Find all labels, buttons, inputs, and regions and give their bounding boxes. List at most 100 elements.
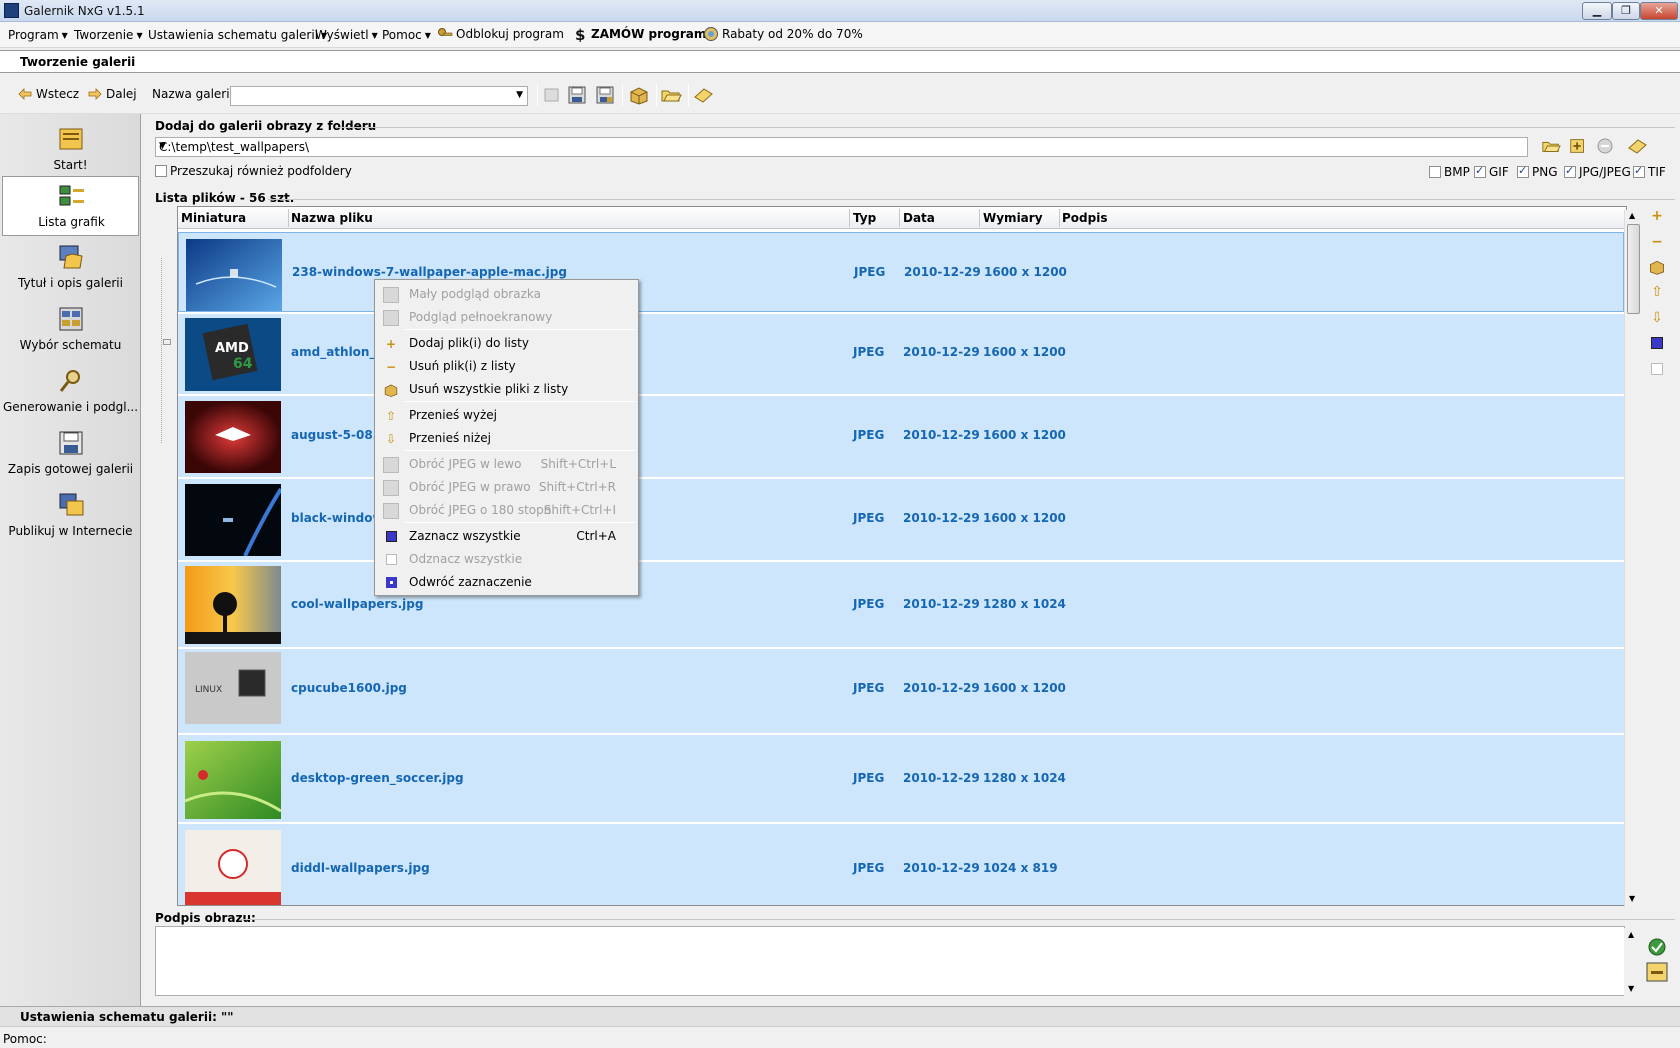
save-as-icon[interactable] — [594, 85, 616, 105]
column-header-podpis[interactable]: Podpis — [1062, 211, 1107, 225]
sidebar-item-label: Wybór schematu — [19, 338, 122, 352]
thumbnail-image — [185, 484, 281, 556]
menu-ustawienia[interactable]: Ustawienia schematu galerii ▼ — [148, 28, 327, 42]
column-header-nazwa[interactable]: Nazwa pliku — [291, 211, 373, 225]
table-row[interactable]: diddl-wallpapers.jpg JPEG 2010-12-29 102… — [178, 824, 1624, 905]
menu-program[interactable]: Program ▼ — [8, 28, 68, 42]
list-scrollbar[interactable]: ▲ ▼ — [1624, 210, 1641, 907]
scroll-up-icon[interactable]: ▲ — [1628, 930, 1634, 939]
sidebar-item-schemat[interactable]: Wybór schematu — [2, 300, 139, 360]
menu-item-deselect-all[interactable]: Odznacz wszystkie — [377, 548, 636, 571]
format-bmp-checkbox[interactable]: BMP — [1429, 165, 1470, 179]
scroll-down-icon[interactable]: ▼ — [1628, 984, 1634, 993]
column-separator[interactable] — [899, 209, 900, 227]
add-folder-icon[interactable] — [1568, 136, 1588, 156]
file-name: cool-wallpapers.jpg — [291, 597, 424, 611]
select-all-icon[interactable] — [1651, 337, 1663, 349]
deselect-all-icon[interactable] — [1651, 363, 1663, 375]
chevron-down-icon: ▼ — [61, 31, 68, 40]
package-icon[interactable] — [1648, 258, 1666, 276]
format-jpg-checkbox[interactable]: JPG/JPEG — [1564, 164, 1631, 179]
menu-item-move-down[interactable]: ⇩ Przenieś niżej — [377, 427, 636, 450]
save-icon[interactable] — [566, 85, 588, 105]
browse-folder-icon[interactable] — [1541, 136, 1561, 156]
sidebar-item-generowanie[interactable]: Generowanie i podgl... — [2, 362, 139, 422]
caption-scrollbar[interactable]: ▲ ▼ — [1624, 928, 1641, 996]
scheme-icon — [59, 307, 83, 331]
column-header-typ[interactable]: Typ — [853, 211, 876, 225]
sidebar-item-publikuj[interactable]: Publikuj w Internecie — [2, 486, 139, 546]
format-tif-checkbox[interactable]: TIF — [1633, 164, 1666, 179]
eraser-icon[interactable] — [692, 85, 714, 105]
menu-item-shortcut: Shift+Ctrl+L — [540, 457, 616, 471]
section-title: Tworzenie galerii — [20, 55, 136, 69]
file-name: cpucube1600.jpg — [291, 681, 407, 695]
column-header-miniatura[interactable]: Miniatura — [181, 211, 246, 225]
next-button[interactable]: Dalej — [88, 87, 137, 101]
add-icon[interactable]: + — [1648, 208, 1666, 224]
menu-item-remove-files[interactable]: − Usuń plik(i) z listy — [377, 355, 636, 378]
folder-path-combobox[interactable]: C:\temp\test_wallpapers\ ▼ — [155, 137, 1528, 157]
table-row[interactable]: LINUX cpucube1600.jpg JPEG 2010-12-29 16… — [178, 649, 1624, 734]
accept-icon[interactable] — [1648, 938, 1666, 956]
menu-item-add-files[interactable]: + Dodaj plik(i) do listy — [377, 332, 636, 355]
package-icon[interactable] — [628, 85, 650, 105]
image-list-icon — [59, 185, 84, 206]
arrow-down-icon[interactable]: ⇩ — [1648, 310, 1666, 326]
menu-pomoc-label: Pomoc — [382, 28, 422, 42]
menu-program-label: Program — [8, 28, 59, 42]
scrollbar-thumb[interactable] — [1627, 224, 1640, 314]
back-button[interactable]: Wstecz — [18, 87, 79, 101]
menu-item-fullscreen-preview[interactable]: Podgląd pełnoekranowy — [377, 306, 636, 329]
arrow-up-icon[interactable]: ⇧ — [1648, 284, 1666, 300]
menu-item-rotate-right[interactable]: Obróć JPEG w prawo Shift+Ctrl+R — [377, 476, 636, 499]
stop-icon[interactable] — [1595, 136, 1615, 156]
table-row[interactable]: desktop-green_soccer.jpg JPEG 2010-12-29… — [178, 735, 1624, 823]
column-separator[interactable] — [288, 209, 289, 227]
subfolders-checkbox[interactable]: Przeszukaj również podfoldery — [155, 164, 352, 178]
scroll-down-icon[interactable]: ▼ — [1629, 894, 1635, 903]
clear-folder-icon[interactable] — [1626, 136, 1648, 156]
menu-item-remove-all[interactable]: Usuń wszystkie pliki z listy — [377, 378, 636, 401]
column-separator[interactable] — [1059, 209, 1060, 227]
menu-tworzenie[interactable]: Tworzenie ▼ — [74, 28, 143, 42]
menu-item-small-preview[interactable]: Mały podgląd obrazka — [377, 283, 636, 306]
sidebar-item-start[interactable]: Start! — [2, 120, 139, 180]
column-separator[interactable] — [849, 209, 850, 227]
menu-item-move-up[interactable]: ⇧ Przenieś wyżej — [377, 404, 636, 427]
menu-item-label: Zaznacz wszystkie — [409, 529, 521, 543]
scroll-up-icon[interactable]: ▲ — [1629, 211, 1635, 220]
menu-pomoc[interactable]: Pomoc ▼ — [382, 28, 431, 42]
menu-rabaty[interactable]: Rabaty od 20% do 70% — [703, 26, 863, 42]
close-button[interactable]: ✕ — [1640, 2, 1678, 20]
menu-item-select-all[interactable]: Zaznacz wszystkie Ctrl+A — [377, 525, 636, 548]
menu-zamow[interactable]: $ ZAMÓW program! — [572, 26, 712, 42]
menu-item-invert-selection[interactable]: Odwróć zaznaczenie — [377, 571, 636, 594]
remove-icon[interactable]: − — [1648, 234, 1666, 250]
caption-textarea[interactable] — [155, 926, 1625, 996]
magnifier-icon — [59, 370, 80, 392]
menu-ustawienia-label: Ustawienia schematu galerii — [148, 28, 319, 42]
menu-item-rotate-left[interactable]: Obróć JPEG w lewo Shift+Ctrl+L — [377, 453, 636, 476]
sidebar-item-lista-grafik[interactable]: Lista grafik — [2, 176, 139, 236]
edit-caption-icon[interactable] — [1646, 962, 1668, 982]
menu-item-rotate-180[interactable]: Obróć JPEG o 180 stopni Shift+Ctrl+I — [377, 499, 636, 522]
maximize-button[interactable]: ❐ — [1612, 2, 1640, 20]
menu-item-label: Obróć JPEG w prawo — [409, 480, 531, 494]
format-png-checkbox[interactable]: PNG — [1517, 164, 1558, 179]
column-header-wymiary[interactable]: Wymiary — [983, 211, 1043, 225]
format-gif-checkbox[interactable]: GIF — [1474, 164, 1509, 179]
checkbox-box — [155, 165, 167, 177]
column-header-data[interactable]: Data — [903, 211, 935, 225]
format-label: GIF — [1489, 165, 1509, 179]
sidebar-item-zapis[interactable]: Zapis gotowej galerii — [2, 424, 139, 484]
splitter-grip[interactable] — [163, 339, 171, 345]
minimize-button[interactable]: ▁ — [1582, 2, 1612, 20]
menu-odblokuj[interactable]: Odblokuj program — [437, 26, 564, 42]
column-separator[interactable] — [979, 209, 980, 227]
new-gallery-icon[interactable] — [541, 85, 563, 105]
open-folder-icon[interactable] — [660, 85, 682, 105]
sidebar-item-tytul[interactable]: Tytuł i opis galerii — [2, 238, 139, 298]
gallery-name-combobox[interactable]: ▼ — [230, 86, 528, 106]
menu-wyswietl[interactable]: Wyświetl ▼ — [315, 28, 378, 42]
